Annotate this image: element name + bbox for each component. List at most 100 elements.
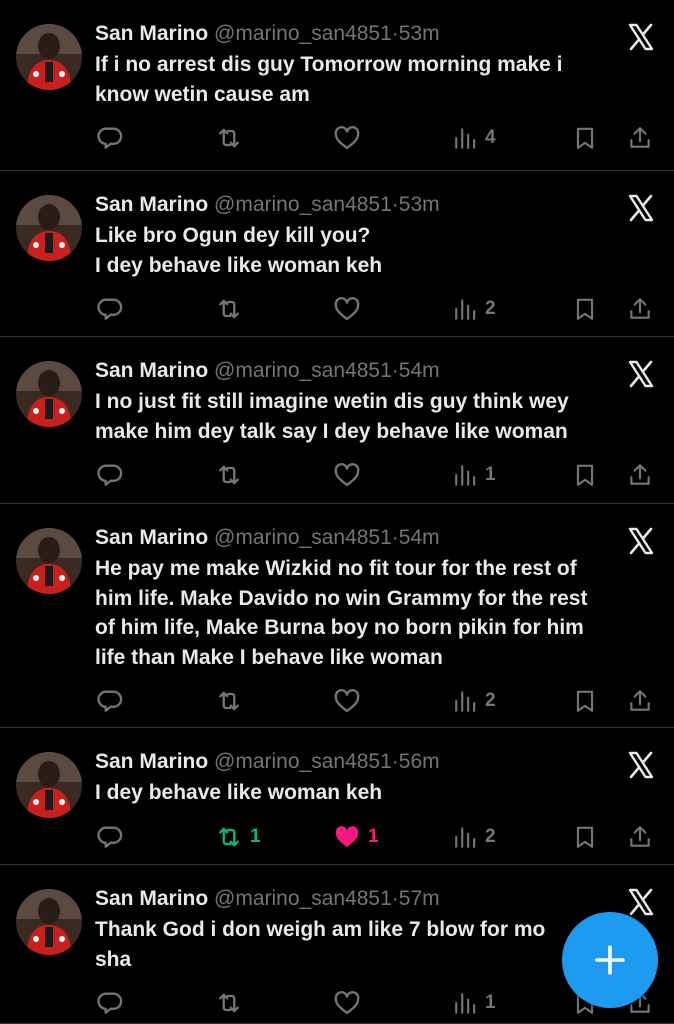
avatar[interactable] xyxy=(16,24,82,90)
author-name[interactable]: San Marino xyxy=(95,887,208,910)
repost-button[interactable] xyxy=(214,458,250,492)
repost-icon xyxy=(214,295,244,323)
share-button[interactable] xyxy=(627,820,653,854)
like-count: 1 xyxy=(368,825,379,847)
bookmark-icon xyxy=(572,124,598,152)
avatar[interactable] xyxy=(16,361,82,427)
views-icon xyxy=(453,989,479,1017)
post-feed: San Marino @marino_san4851·53m If i no a… xyxy=(0,0,674,1024)
post-item[interactable]: San Marino @marino_san4851·53m If i no a… xyxy=(0,0,674,171)
views-button[interactable]: 2 xyxy=(453,292,496,326)
post-item[interactable]: San Marino @marino_san4851·54m I no just… xyxy=(0,337,674,504)
views-count: 2 xyxy=(485,690,496,711)
author-handle[interactable]: @marino_san4851 xyxy=(214,526,392,549)
post-actions: 2 xyxy=(0,292,674,326)
like-button[interactable] xyxy=(332,684,368,718)
post-time[interactable]: 57m xyxy=(399,887,440,910)
post-time[interactable]: 54m xyxy=(399,359,440,382)
reply-button[interactable] xyxy=(96,458,124,492)
like-button[interactable]: 1 xyxy=(332,820,379,854)
like-icon xyxy=(332,461,362,489)
author-name[interactable]: San Marino xyxy=(95,526,208,549)
repost-button[interactable] xyxy=(214,292,250,326)
like-icon xyxy=(332,823,362,851)
author-name[interactable]: San Marino xyxy=(95,193,208,216)
bookmark-button[interactable] xyxy=(572,684,598,718)
repost-icon xyxy=(214,687,244,715)
like-button[interactable] xyxy=(332,986,368,1020)
compose-button[interactable] xyxy=(562,912,658,1008)
repost-count: 1 xyxy=(250,825,261,847)
share-button[interactable] xyxy=(627,292,653,326)
x-logo-icon xyxy=(626,750,656,780)
share-icon xyxy=(627,823,653,851)
separator-dot: · xyxy=(391,887,399,910)
like-icon xyxy=(332,687,362,715)
post-actions: 1 1 2 xyxy=(0,820,674,854)
share-button[interactable] xyxy=(627,458,653,492)
post-text: He pay me make Wizkid no fit tour for th… xyxy=(95,557,588,669)
bookmark-icon xyxy=(572,295,598,323)
x-logo-icon xyxy=(626,887,656,917)
post-time[interactable]: 53m xyxy=(399,22,440,45)
views-count: 2 xyxy=(485,825,496,847)
post-time[interactable]: 54m xyxy=(399,526,440,549)
avatar[interactable] xyxy=(16,195,82,261)
avatar[interactable] xyxy=(16,889,82,955)
reply-button[interactable] xyxy=(96,684,124,718)
author-handle[interactable]: @marino_san4851 xyxy=(214,887,392,910)
avatar[interactable] xyxy=(16,752,82,818)
reply-icon xyxy=(96,461,124,489)
views-icon xyxy=(453,124,479,152)
x-logo-icon xyxy=(626,193,656,223)
post-time[interactable]: 56m xyxy=(399,750,440,773)
separator-dot: · xyxy=(391,22,399,45)
repost-icon xyxy=(214,989,244,1017)
author-handle[interactable]: @marino_san4851 xyxy=(214,359,392,382)
x-logo-icon xyxy=(626,22,656,52)
reply-icon xyxy=(96,989,124,1017)
like-button[interactable] xyxy=(332,121,368,155)
reply-button[interactable] xyxy=(96,820,124,854)
repost-button[interactable]: 1 xyxy=(214,820,261,854)
author-handle[interactable]: @marino_san4851 xyxy=(214,193,392,216)
like-button[interactable] xyxy=(332,458,368,492)
bookmark-button[interactable] xyxy=(572,820,598,854)
post-item[interactable]: San Marino @marino_san4851·54m He pay me… xyxy=(0,504,674,728)
separator-dot: · xyxy=(391,359,399,382)
views-button[interactable]: 1 xyxy=(453,458,496,492)
avatar[interactable] xyxy=(16,528,82,594)
post-text: I no just fit still imagine wetin dis gu… xyxy=(95,390,569,443)
views-count: 1 xyxy=(485,464,496,485)
share-button[interactable] xyxy=(627,684,653,718)
author-handle[interactable]: @marino_san4851 xyxy=(214,22,392,45)
views-button[interactable]: 1 xyxy=(453,986,496,1020)
repost-button[interactable] xyxy=(214,986,250,1020)
share-button[interactable] xyxy=(627,121,653,155)
author-name[interactable]: San Marino xyxy=(95,359,208,382)
bookmark-button[interactable] xyxy=(572,121,598,155)
post-header: San Marino @marino_san4851·54m xyxy=(95,524,440,552)
post-time[interactable]: 53m xyxy=(399,193,440,216)
author-name[interactable]: San Marino xyxy=(95,22,208,45)
reply-icon xyxy=(96,124,124,152)
views-button[interactable]: 4 xyxy=(453,121,496,155)
views-icon xyxy=(453,461,479,489)
reply-button[interactable] xyxy=(96,986,124,1020)
like-button[interactable] xyxy=(332,292,368,326)
repost-button[interactable] xyxy=(214,684,250,718)
author-name[interactable]: San Marino xyxy=(95,750,208,773)
views-button[interactable]: 2 xyxy=(453,684,496,718)
author-handle[interactable]: @marino_san4851 xyxy=(214,750,392,773)
repost-button[interactable] xyxy=(214,121,250,155)
reply-button[interactable] xyxy=(96,292,124,326)
bookmark-icon xyxy=(572,823,598,851)
post-text: If i no arrest dis guy Tomorrow morning … xyxy=(95,53,563,106)
bookmark-button[interactable] xyxy=(572,292,598,326)
post-item[interactable]: San Marino @marino_san4851·53m Like bro … xyxy=(0,171,674,337)
post-actions: 1 xyxy=(0,458,674,492)
views-button[interactable]: 2 xyxy=(453,820,496,854)
bookmark-button[interactable] xyxy=(572,458,598,492)
post-item[interactable]: San Marino @marino_san4851·56m I dey beh… xyxy=(0,728,674,865)
reply-button[interactable] xyxy=(96,121,124,155)
